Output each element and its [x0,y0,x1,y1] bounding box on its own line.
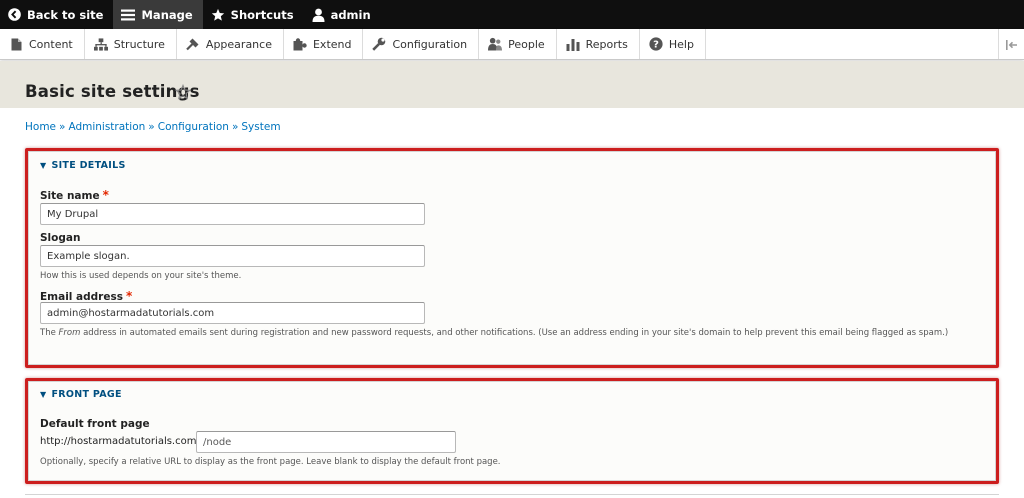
admin-tray: Content Structure Appearance Extend Conf… [0,29,1024,60]
tray-item-label: Reports [585,37,628,51]
email-description: The From address in automated emails sen… [40,327,985,340]
tray-item-reports[interactable]: Reports [557,29,640,59]
page-title: Basic site settings [25,82,200,101]
structure-icon [93,37,108,51]
email-description-prefix: The [40,328,59,338]
breadcrumb-administration[interactable]: Administration [68,121,145,133]
site-details-legend[interactable]: ▼ SITE DETAILS [40,160,126,171]
tray-item-structure[interactable]: Structure [85,29,177,59]
default-front-page-label: Default front page [40,418,150,430]
reports-icon [566,37,580,51]
shortcuts-label: Shortcuts [230,7,294,22]
expanded-triangle-icon: ▼ [40,390,47,399]
email-input[interactable] [40,302,425,324]
slogan-label: Slogan [40,232,81,244]
tray-item-people[interactable]: People [479,29,557,59]
wrench-icon [372,37,386,51]
required-marker: * [125,289,133,303]
tray-item-extend[interactable]: Extend [284,29,364,59]
breadcrumb-system[interactable]: System [241,121,280,133]
front-page-legend[interactable]: ▼ FRONT PAGE [40,389,122,400]
tray-item-appearance[interactable]: Appearance [177,29,284,59]
user-tab[interactable]: admin [304,0,381,29]
collapse-icon [1005,35,1018,54]
front-page-description: Optionally, specify a relative URL to di… [40,457,501,467]
breadcrumb-separator: » [59,121,66,133]
tray-item-label: People [508,37,545,51]
menu-icon [121,9,136,21]
appearance-icon [186,37,200,51]
back-to-site-link[interactable]: Back to site [0,0,113,29]
tray-item-help[interactable]: ? Help [640,29,706,59]
expanded-triangle-icon: ▼ [40,161,47,170]
tray-item-label: Appearance [205,37,272,51]
front-page-legend-label: FRONT PAGE [51,389,122,400]
required-marker: * [102,188,109,202]
breadcrumb-configuration[interactable]: Configuration [158,121,229,133]
svg-text:?: ? [653,40,659,51]
shortcuts-tab[interactable]: Shortcuts [203,0,304,29]
breadcrumb-separator: » [148,121,155,133]
slogan-input[interactable] [40,245,425,267]
people-icon [488,37,503,51]
tray-item-configuration[interactable]: Configuration [363,29,480,59]
tray-item-label: Structure [113,37,165,51]
tray-orientation-toggle[interactable] [998,29,1024,59]
extend-icon [293,37,307,51]
back-to-site-label: Back to site [27,7,104,22]
front-page-input[interactable] [196,431,456,453]
email-description-emphasis: From [58,328,81,338]
admin-toolbar: Back to site Manage Shortcuts admin [0,0,1024,29]
email-description-suffix: address in automated emails sent during … [80,328,949,338]
site-name-label: Site name * [40,188,109,202]
add-shortcut-star-icon[interactable] [174,83,192,100]
content-icon [9,37,23,51]
tray-item-label: Extend [312,37,352,51]
breadcrumb: Home» Administration» Configuration» System [25,121,281,133]
email-label: Email address * [40,289,132,303]
manage-tab[interactable]: Manage [113,0,203,29]
site-details-legend-label: SITE DETAILS [51,160,126,171]
tray-item-label: Content [29,37,73,51]
user-label: admin [330,7,371,22]
manage-label: Manage [141,7,193,22]
front-page-url-prefix: http://hostarmadatutorials.com [40,436,197,447]
next-fieldset-edge [25,494,999,495]
slogan-description: How this is used depends on your site's … [40,271,242,281]
star-icon [211,8,225,22]
site-name-input[interactable] [40,203,425,225]
tray-item-content[interactable]: Content [0,29,85,59]
breadcrumb-home[interactable]: Home [25,121,56,133]
breadcrumb-separator: » [231,121,239,133]
tray-item-label: Help [668,37,694,51]
help-icon: ? [649,37,663,51]
site-name-label-text: Site name [40,190,100,202]
tray-item-label: Configuration [392,37,468,51]
user-icon [312,8,325,22]
back-arrow-icon [8,8,21,21]
